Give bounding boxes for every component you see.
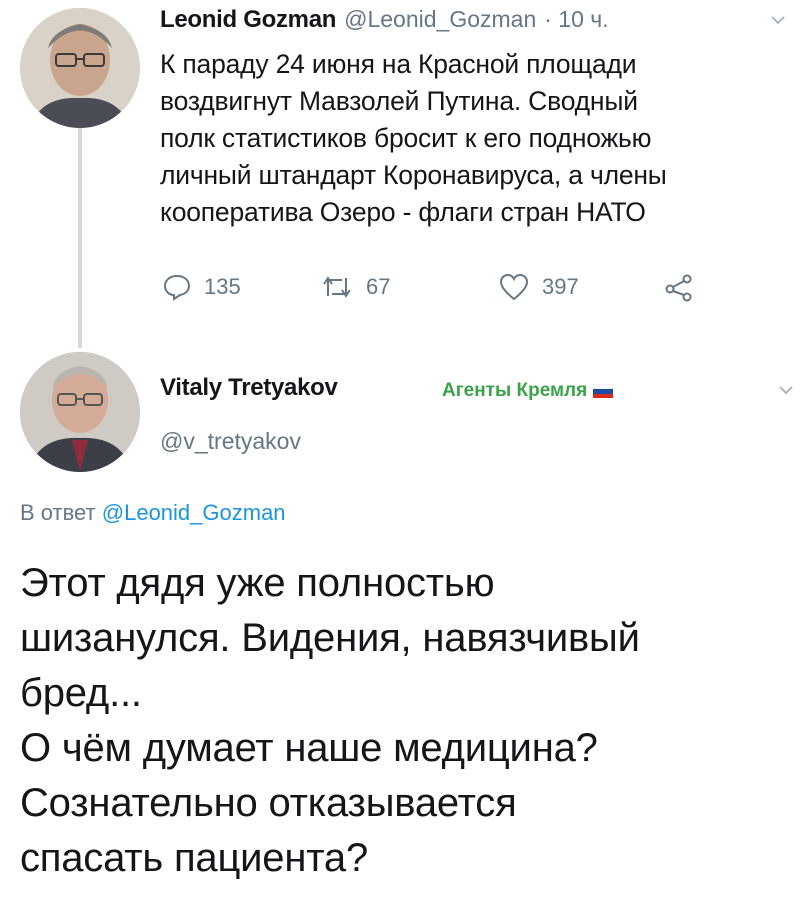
author-name[interactable]: Leonid Gozman: [160, 6, 336, 34]
chevron-down-icon: [779, 386, 793, 395]
reply-to-handle-link[interactable]: @Leonid_Gozman: [102, 500, 286, 525]
tweet-text-line: кооператива Озеро - флаги стран НАТО: [160, 197, 646, 227]
like-icon: [499, 273, 529, 301]
author-handle[interactable]: @v_tretyakov: [160, 428, 301, 455]
tweet1-header: Leonid Gozman @Leonid_Gozman · 10 ч.: [160, 6, 609, 34]
tweet-text-line: бред...: [20, 671, 142, 715]
avatar-image: [20, 8, 140, 128]
like-button[interactable]: 397: [498, 272, 579, 302]
list-badge[interactable]: Агенты Кремля: [442, 380, 614, 402]
author-name[interactable]: Vitaly Tretyakov: [160, 374, 338, 402]
avatar-vitaly-tretyakov[interactable]: [20, 352, 140, 472]
tweet-text-line: О чём думает наше медицина?: [20, 726, 598, 770]
share-icon: [665, 274, 692, 302]
retweet-button[interactable]: 67: [320, 272, 390, 302]
reply-prefix: В ответ: [20, 500, 96, 525]
tweet1-text: К параду 24 июня на Красной площади возд…: [160, 46, 780, 231]
retweet-icon: [323, 276, 351, 298]
chevron-down-icon: [771, 16, 785, 25]
tweet-text-line: спасать пациента?: [20, 836, 369, 880]
tweet-text-line: шизанулся. Видения, навязчивый: [20, 616, 640, 660]
reply-count: 135: [204, 274, 241, 299]
tweet1-menu-button[interactable]: [770, 12, 786, 33]
tweet-text-line: полк статистиков бросит к его подножью: [160, 123, 652, 153]
retweet-count: 67: [366, 274, 391, 299]
tweet-text-line: личный штандарт Коронавируса, а члены: [160, 160, 667, 190]
tweet2-text: Этот дядя уже полностью шизанулся. Виден…: [20, 556, 790, 886]
reply-button[interactable]: 135: [162, 272, 241, 302]
author-handle[interactable]: @Leonid_Gozman: [344, 6, 536, 33]
tweet2-menu-button[interactable]: [778, 382, 794, 403]
avatar-image: [20, 352, 140, 472]
tweet-text-line: воздвигнут Мавзолей Путина. Сводный: [160, 86, 638, 116]
like-count: 397: [542, 274, 579, 299]
avatar-leonid-gozman[interactable]: [20, 8, 140, 128]
reply-icon: [163, 274, 191, 301]
reply-to-line: В ответ @Leonid_Gozman: [20, 500, 286, 526]
russian-flag-icon: [593, 384, 614, 398]
badge-label: Агенты Кремля: [442, 380, 588, 401]
share-button[interactable]: [664, 274, 694, 307]
tweet-text-line: Этот дядя уже полностью: [20, 561, 495, 605]
thread-connector-line: [78, 120, 82, 348]
tweet-timestamp[interactable]: · 10 ч.: [544, 6, 608, 33]
tweet-text-line: Сознательно отказывается: [20, 781, 517, 825]
tweet-text-line: К параду 24 июня на Красной площади: [160, 49, 637, 79]
